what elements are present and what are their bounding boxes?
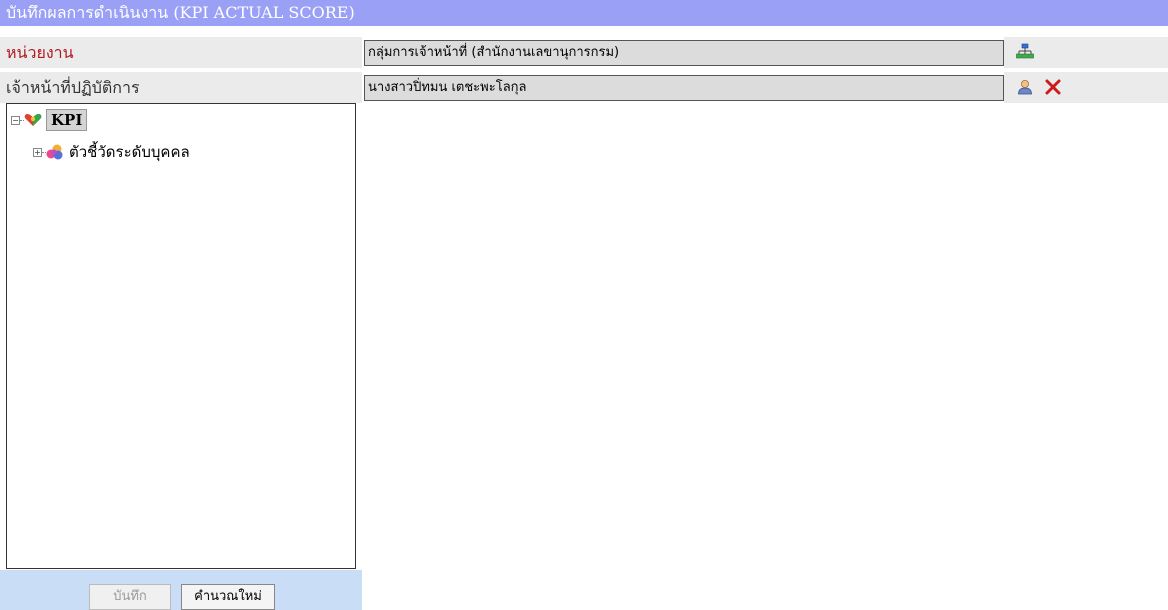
- kpi-tree: − KPI + ตัวชี้วัดระดับบุคคล: [6, 103, 356, 569]
- org-chart-icon[interactable]: [1016, 43, 1034, 61]
- staff-row: เจ้าหน้าที่ปฏิบัติการ นางสาวปิ่ทมน เตชะพ…: [0, 72, 1168, 103]
- collapse-icon[interactable]: −: [11, 115, 20, 125]
- tree-node-kpi[interactable]: − KPI: [11, 109, 88, 131]
- person-icon[interactable]: [1016, 78, 1034, 96]
- expand-icon[interactable]: +: [33, 147, 42, 157]
- unit-field[interactable]: กลุ่มการเจ้าหน้าที่ (สำนักงานเลขานุการกร…: [364, 40, 1004, 66]
- unit-tools: [1004, 37, 1168, 68]
- recalculate-button[interactable]: คำนวณใหม่: [181, 584, 275, 610]
- unit-label: หน่วยงาน: [0, 37, 362, 68]
- close-icon[interactable]: [1044, 78, 1062, 96]
- save-button[interactable]: บันทึก: [89, 584, 171, 610]
- page-title: บันทึกผลการดำเนินงาน (KPI ACTUAL SCORE): [0, 0, 1168, 26]
- action-bar: บันทึก คำนวณใหม่: [0, 570, 362, 610]
- staff-tools: [1004, 72, 1168, 103]
- tree-node-individual-kpi[interactable]: + ตัวชี้วัดระดับบุคคล: [33, 141, 190, 163]
- staff-field[interactable]: นางสาวปิ่ทมน เตชะพะโลกุล: [364, 75, 1004, 101]
- kpi-heart-icon: [24, 113, 42, 127]
- unit-row: หน่วยงาน กลุ่มการเจ้าหน้าที่ (สำนักงานเล…: [0, 37, 1168, 68]
- staff-label: เจ้าหน้าที่ปฏิบัติการ: [0, 72, 362, 103]
- tree-node-individual-kpi-label[interactable]: ตัวชี้วัดระดับบุคคล: [69, 140, 190, 164]
- colorful-cubes-icon: [46, 144, 64, 160]
- tree-node-kpi-label[interactable]: KPI: [46, 109, 88, 131]
